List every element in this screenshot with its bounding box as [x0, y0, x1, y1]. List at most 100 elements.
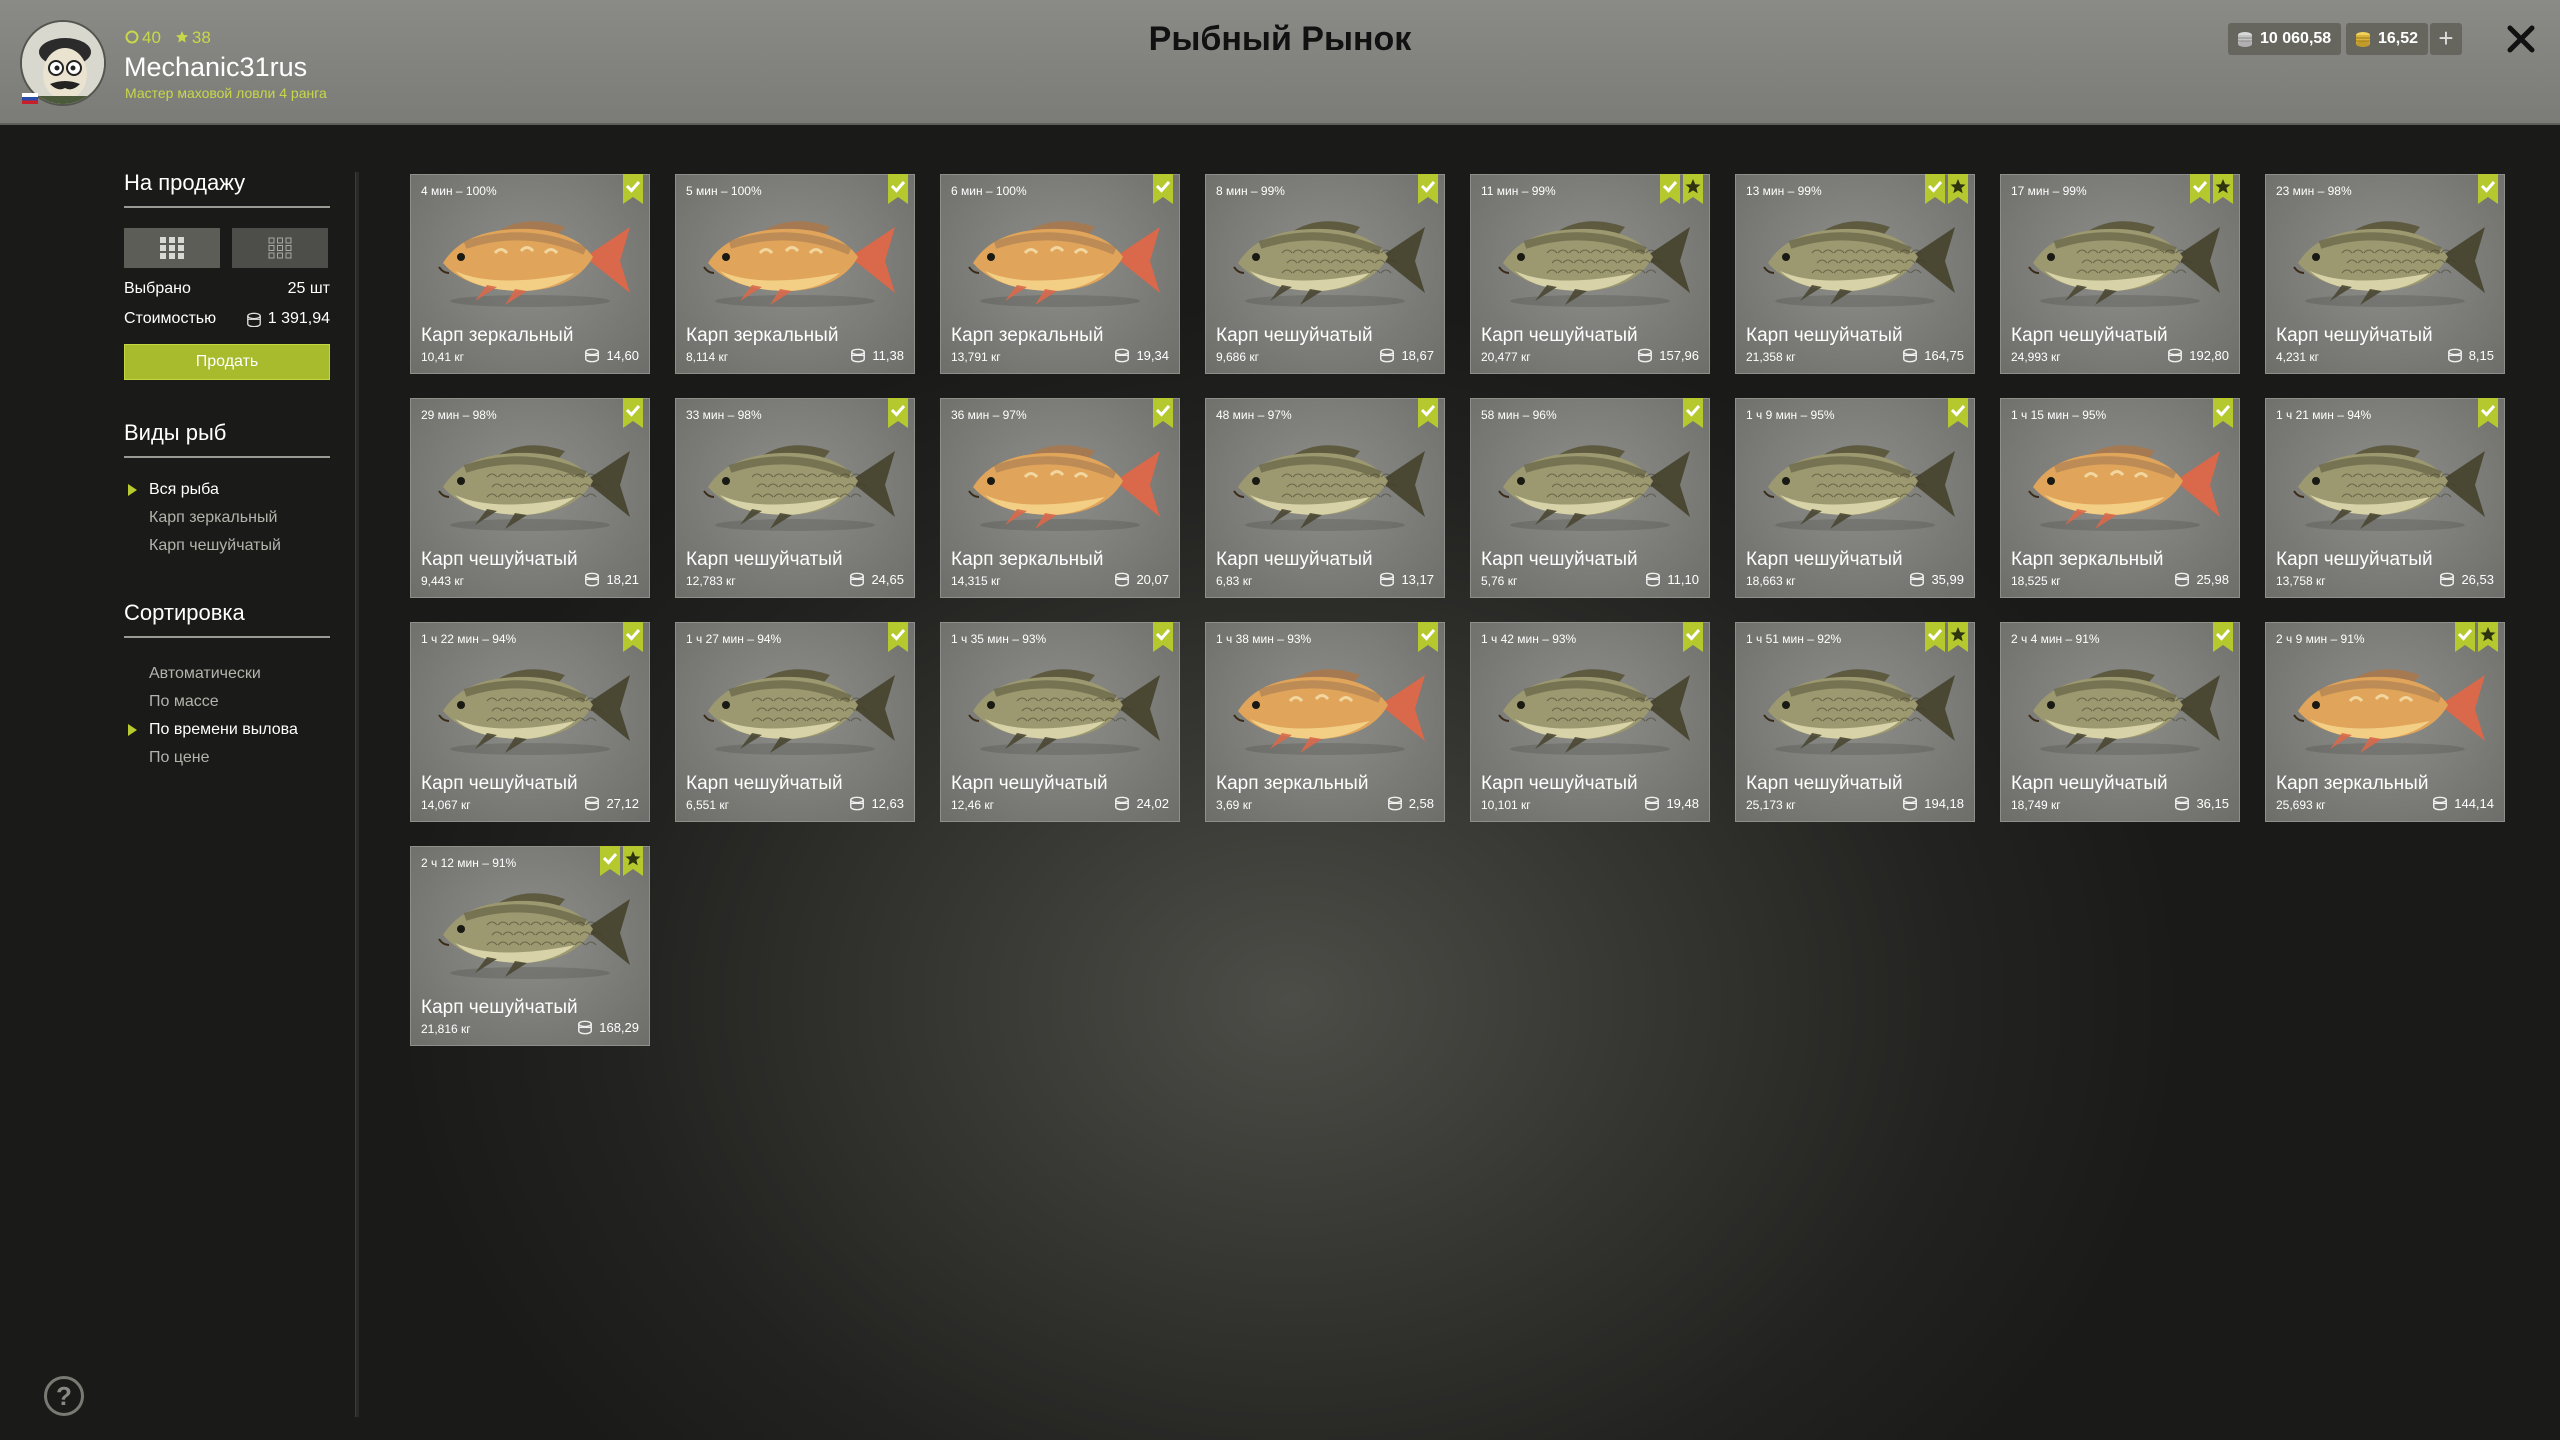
sidebar-divider [355, 172, 359, 1417]
species-option-0[interactable]: Вся рыба [124, 476, 330, 504]
fish-image [2293, 221, 2485, 307]
card-badges [623, 622, 643, 652]
fish-name: Карп чешуйчатый [421, 549, 578, 570]
fish-card[interactable]: 23 мин – 98% Карп чешуйчатый 4,231 кг 8,… [2265, 174, 2505, 374]
selected-check-icon [2455, 622, 2475, 652]
fish-price: 26,53 [2439, 572, 2494, 587]
sort-option-1[interactable]: По массе [124, 688, 330, 716]
fish-card[interactable]: 2 ч 12 мин – 91% Карп чешуйчатый 21,816 … [410, 846, 650, 1046]
fish-card[interactable]: 1 ч 21 мин – 94% Карп чешуйчатый 13,758 … [2265, 398, 2505, 598]
silver-coins-icon [246, 312, 261, 327]
fish-name: Карп зеркальный [951, 325, 1104, 346]
fish-card[interactable]: 11 мин – 99% Карп чешуйчатый 20,477 кг 1… [1470, 174, 1710, 374]
fish-weight: 13,758 кг [2276, 574, 2326, 588]
selected-check-icon [1153, 398, 1173, 428]
help-icon[interactable]: ? [44, 1376, 84, 1416]
selected-label: Выбрано [124, 280, 191, 297]
fish-price-value: 168,29 [599, 1020, 639, 1035]
fish-price-value: 25,98 [2196, 572, 2229, 587]
silver-balance: 10 060,58 [2228, 23, 2342, 55]
sell-button[interactable]: Продать [124, 344, 330, 380]
small-grid-view-button[interactable] [232, 228, 328, 268]
fish-card[interactable]: 36 мин – 97% Карп зеркальный 14,315 кг 2… [940, 398, 1180, 598]
trophy-star-icon [2213, 174, 2233, 204]
fish-name: Карп чешуйчатый [1216, 325, 1373, 346]
fish-card[interactable]: 29 мин – 98% Карп чешуйчатый 9,443 кг 18… [410, 398, 650, 598]
fish-weight: 10,41 кг [421, 350, 464, 364]
large-grid-view-button[interactable] [124, 228, 220, 268]
sort-option-3[interactable]: По цене [124, 744, 330, 772]
fish-price-value: 164,75 [1924, 348, 1964, 363]
fish-price-value: 157,96 [1659, 348, 1699, 363]
fish-price-value: 8,15 [2468, 348, 2494, 363]
fish-card[interactable]: 1 ч 15 мин – 95% Карп зеркальный 18,525 … [2000, 398, 2240, 598]
fish-card[interactable]: 1 ч 35 мин – 93% Карп чешуйчатый 12,46 к… [940, 622, 1180, 822]
catch-time: 1 ч 38 мин – 93% [1216, 632, 1312, 646]
selected-check-icon [623, 174, 643, 204]
trophy-star-icon [1948, 622, 1968, 652]
silver-coins-icon [850, 572, 865, 587]
fish-weight: 25,173 кг [1746, 798, 1796, 812]
silver-coins-icon [1645, 796, 1660, 811]
fish-card[interactable]: 1 ч 42 мин – 93% Карп чешуйчатый 10,101 … [1470, 622, 1710, 822]
fish-card[interactable]: 5 мин – 100% Карп зеркальный 8,114 кг 11… [675, 174, 915, 374]
player-rank: Мастер маховой ловли 4 ранга [125, 85, 327, 101]
fish-weight: 5,76 кг [1481, 574, 1518, 588]
catch-time: 2 ч 4 мин – 91% [2011, 632, 2100, 646]
silver-coins-icon [851, 348, 866, 363]
fish-card[interactable]: 1 ч 38 мин – 93% Карп зеркальный 3,69 кг… [1205, 622, 1445, 822]
fish-image [703, 445, 895, 531]
fish-price-value: 14,60 [606, 348, 639, 363]
fish-card[interactable]: 48 мин – 97% Карп чешуйчатый 6,83 кг 13,… [1205, 398, 1445, 598]
silver-coins-icon [1903, 348, 1918, 363]
fish-price: 25,98 [2174, 572, 2229, 587]
fish-card[interactable]: 8 мин – 99% Карп чешуйчатый 9,686 кг 18,… [1205, 174, 1445, 374]
fish-card[interactable]: 1 ч 9 мин – 95% Карп чешуйчатый 18,663 к… [1735, 398, 1975, 598]
fish-name: Карп зеркальный [421, 325, 574, 346]
fish-card[interactable]: 2 ч 4 мин – 91% Карп чешуйчатый 18,749 к… [2000, 622, 2240, 822]
fish-card[interactable]: 17 мин – 99% Карп чешуйчатый 24,993 кг 1… [2000, 174, 2240, 374]
fish-price: 192,80 [2167, 348, 2229, 363]
fish-image [1763, 221, 1955, 307]
fish-weight: 12,783 кг [686, 574, 736, 588]
species-option-2[interactable]: Карп чешуйчатый [124, 532, 330, 560]
catch-time: 4 мин – 100% [421, 184, 497, 198]
fish-card[interactable]: 2 ч 9 мин – 91% Карп зеркальный 25,693 к… [2265, 622, 2505, 822]
fish-card[interactable]: 6 мин – 100% Карп зеркальный 13,791 кг 1… [940, 174, 1180, 374]
trophy-star-icon [1948, 174, 1968, 204]
fish-price-value: 144,14 [2454, 796, 2494, 811]
fish-card[interactable]: 4 мин – 100% Карп зеркальный 10,41 кг 14… [410, 174, 650, 374]
catch-time: 29 мин – 98% [421, 408, 497, 422]
fish-card[interactable]: 33 мин – 98% Карп чешуйчатый 12,783 кг 2… [675, 398, 915, 598]
fish-price: 14,60 [584, 348, 639, 363]
fish-image [968, 221, 1160, 307]
trophy-star-icon [1683, 174, 1703, 204]
selected-check-icon [888, 174, 908, 204]
sort-option-0[interactable]: Автоматически [124, 660, 330, 688]
species-option-1[interactable]: Карп зеркальный [124, 504, 330, 532]
cost-row: Стоимостью 1 391,94 [124, 310, 330, 328]
selected-check-icon [2478, 174, 2498, 204]
fish-weight: 18,749 кг [2011, 798, 2061, 812]
fish-card[interactable]: 1 ч 27 мин – 94% Карп чешуйчатый 6,551 к… [675, 622, 915, 822]
fish-image [968, 445, 1160, 531]
fish-card[interactable]: 58 мин – 96% Карп чешуйчатый 5,76 кг 11,… [1470, 398, 1710, 598]
grid-large-icon [160, 237, 184, 259]
fish-image [1233, 669, 1425, 755]
fish-image [438, 893, 630, 979]
card-badges [1683, 398, 1703, 428]
card-badges [1153, 398, 1173, 428]
fish-card[interactable]: 13 мин – 99% Карп чешуйчатый 21,358 кг 1… [1735, 174, 1975, 374]
sort-option-2[interactable]: По времени вылова [124, 716, 330, 744]
fish-card[interactable]: 1 ч 22 мин – 94% Карп чешуйчатый 14,067 … [410, 622, 650, 822]
fish-card[interactable]: 1 ч 51 мин – 92% Карп чешуйчатый 25,173 … [1735, 622, 1975, 822]
close-icon[interactable] [2500, 18, 2542, 60]
fish-price: 24,65 [849, 572, 904, 587]
selected-check-icon [1683, 622, 1703, 652]
fish-name: Карп зеркальный [2011, 549, 2164, 570]
fish-name: Карп чешуйчатый [1481, 325, 1638, 346]
fish-image [2293, 445, 2485, 531]
card-badges [600, 846, 643, 876]
card-badges [2190, 174, 2233, 204]
add-currency-button[interactable]: + [2430, 23, 2462, 55]
